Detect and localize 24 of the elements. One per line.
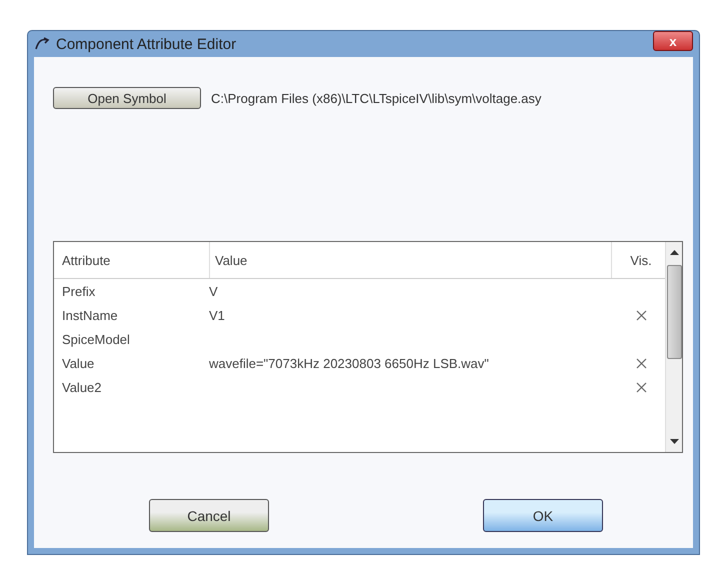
visible-x-icon[interactable] bbox=[636, 382, 646, 392]
attribute-cell-text: Value bbox=[61, 356, 96, 370]
scroll-down-icon[interactable] bbox=[670, 439, 678, 444]
app-icon bbox=[34, 37, 50, 51]
attribute-cell-text: SpiceModel bbox=[61, 332, 131, 346]
column-header[interactable]: Attribute bbox=[54, 242, 209, 278]
attribute-cell-text: Value2 bbox=[61, 380, 103, 394]
open-symbol-button[interactable]: Open Symbol bbox=[53, 87, 201, 109]
window-title: Component Attribute Editor bbox=[56, 36, 238, 52]
scroll-thumb[interactable] bbox=[666, 265, 682, 359]
symbol-path: C:\Program Files (x86)\LTC\LTspiceIV\lib\sym\voltage.asy bbox=[211, 90, 542, 106]
visible-x-icon[interactable] bbox=[636, 310, 646, 320]
cancel-button[interactable]: Cancel bbox=[149, 499, 269, 532]
value-cell: V bbox=[209, 284, 218, 298]
close-button[interactable]: x bbox=[653, 31, 693, 51]
attribute-cell-text: InstName bbox=[61, 308, 119, 322]
visible-x-icon[interactable] bbox=[636, 358, 646, 368]
column-header[interactable]: Value bbox=[209, 242, 611, 278]
attribute-cell-text: Prefix bbox=[61, 284, 96, 298]
value-cell: wavefile="7073kHz 20230803 6650Hz LSB.wav" bbox=[209, 356, 489, 370]
scrollbar[interactable] bbox=[665, 242, 682, 452]
value-cell: V1 bbox=[209, 308, 225, 322]
ok-button[interactable]: OK bbox=[483, 499, 603, 532]
scroll-up-icon[interactable] bbox=[670, 250, 678, 255]
